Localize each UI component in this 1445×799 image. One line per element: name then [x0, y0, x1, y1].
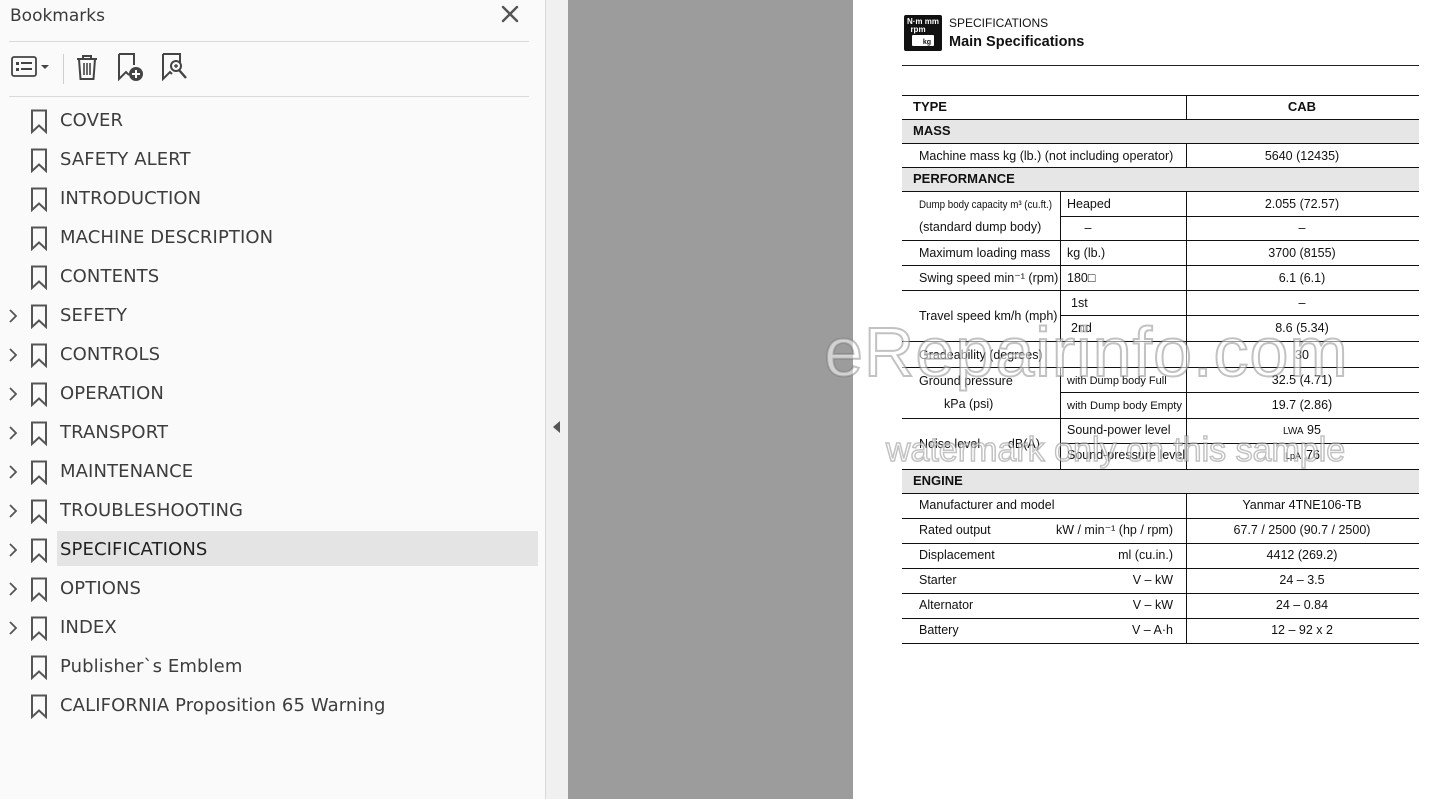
engine-row-label: Starter [919, 573, 957, 587]
type-label: TYPE [913, 99, 947, 114]
max-loading-value: 3700 (8155) [1268, 246, 1335, 260]
gradeability-value: 30 [1295, 348, 1309, 362]
sound-power-value: 95 [1307, 423, 1321, 437]
ground-full-label: with Dump body Full [1066, 375, 1167, 387]
engine-row-label: Displacement [919, 548, 995, 562]
engine-row-label: Battery [919, 623, 959, 637]
travel-2nd-value: 8.6 (5.34) [1275, 321, 1329, 335]
engine-row-value: 24 – 3.5 [1279, 573, 1324, 587]
travel-1st-label: 1st [1071, 296, 1088, 310]
engine-header: ENGINE [913, 473, 963, 488]
sound-power-symbol: LWA [1283, 426, 1304, 437]
engine-row-unit: V – kW [1133, 598, 1173, 612]
dump-alt-value: – [1299, 221, 1306, 235]
engine-header-bg [902, 469, 1419, 493]
sound-power-label: Sound-power level [1067, 423, 1171, 437]
engine-row-unit: kW / min⁻¹ (hp / rpm) [1056, 523, 1173, 537]
noise-level-label: Noise level dB(A) [919, 437, 1040, 451]
ground-full-value: 32.5 (4.71) [1272, 373, 1332, 387]
type-value: CAB [1288, 99, 1316, 114]
swing-speed-value: 6.1 (6.1) [1279, 271, 1326, 285]
engine-row-value: 4412 (269.2) [1267, 548, 1338, 562]
dump-capacity-label: Dump body capacity m³ (cu.ft.) [919, 199, 1052, 211]
engine-row-unit: ml (cu.in.) [1118, 548, 1173, 562]
machine-mass-label: Machine mass kg (lb.) (not including ope… [919, 149, 1173, 163]
ground-pressure-unit: kPa (psi) [944, 397, 993, 411]
spec-table: TYPE CAB MASS Machine mass kg (lb.) (not… [902, 95, 1419, 644]
travel-2nd-label: 2nd [1071, 321, 1092, 335]
engine-row-value: 67.7 / 2500 (90.7 / 2500) [1234, 523, 1371, 537]
swing-speed-label: Swing speed min⁻¹ (rpm) [919, 271, 1058, 285]
dump-heaped-label: Heaped [1067, 197, 1111, 211]
ground-pressure-label: Ground pressure [919, 374, 1013, 388]
engine-row-unit: V – A·h [1132, 623, 1173, 637]
engine-row-label: Manufacturer and model [919, 498, 1055, 512]
dump-capacity-sublabel: (standard dump body) [919, 220, 1041, 234]
gradeability-label: Gradeability (degrees) [919, 348, 1043, 362]
engine-row-value: Yanmar 4TNE106-TB [1242, 498, 1361, 512]
dump-heaped-value: 2.055 (72.57) [1265, 197, 1339, 211]
travel-speed-label: Travel speed km/h (mph) [919, 309, 1057, 323]
ground-empty-value: 19.7 (2.86) [1272, 398, 1332, 412]
max-loading-label: Maximum loading mass [919, 246, 1050, 260]
ground-empty-label: with Dump body Empty [1066, 400, 1183, 412]
mass-header-bg [902, 119, 1419, 143]
sound-pressure-symbol: LpA [1285, 451, 1301, 461]
max-loading-unit: kg (lb.) [1067, 246, 1105, 260]
swing-speed-sublabel: 180□ [1067, 271, 1096, 285]
machine-mass-value: 5640 (12435) [1265, 149, 1339, 163]
sound-pressure-value: 76 [1306, 448, 1320, 462]
engine-row-unit: V – kW [1133, 573, 1173, 587]
engine-row-value: 24 – 0.84 [1276, 598, 1328, 612]
dump-alt-label: – [1085, 221, 1092, 235]
travel-1st-value: – [1299, 296, 1306, 310]
engine-row-label: Alternator [919, 598, 973, 612]
performance-header: PERFORMANCE [913, 171, 1015, 186]
engine-row-value: 12 – 92 x 2 [1271, 623, 1333, 637]
sound-pressure-label: Sound-pressure level [1067, 448, 1185, 462]
engine-row-label: Rated output [919, 523, 991, 537]
mass-header: MASS [913, 123, 951, 138]
